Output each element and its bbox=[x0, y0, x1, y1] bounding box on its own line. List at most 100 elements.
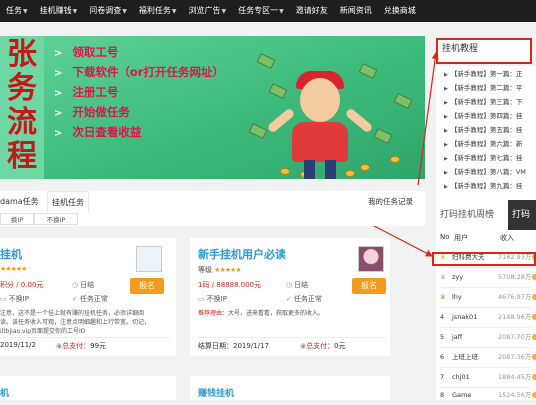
chevron-down-icon: ▼ bbox=[279, 8, 284, 15]
tab-dama-task[interactable]: dama任务 bbox=[0, 191, 39, 213]
banner-step: > 领取工号 bbox=[54, 45, 119, 59]
coin-icon bbox=[532, 392, 536, 398]
column-header-no: No bbox=[440, 233, 450, 241]
ranking-row[interactable]: ♛ lhy 4676.97万 bbox=[436, 288, 536, 307]
triangle-right-icon: ▶ bbox=[444, 114, 448, 120]
tutorial-item[interactable]: ▶ 【新手教程】第四篇：挂 bbox=[444, 110, 522, 122]
task-level: 等级 ★★★★★ bbox=[198, 266, 242, 274]
task-total-paid: ◉总支付：99元 bbox=[56, 342, 107, 350]
cartoon-man-head bbox=[300, 78, 340, 122]
cartoon-man-arm bbox=[266, 107, 296, 134]
tutorial-item[interactable]: ▶ 【新手教程】第二篇：平 bbox=[444, 82, 522, 94]
clock-icon: ◷ bbox=[72, 281, 79, 289]
cartoon-man-arm bbox=[344, 107, 374, 134]
tutorial-list: ▶ 【新手教程】第一篇：正 ▶ 【新手教程】第二篇：平 ▶ 【新手教程】第三篇：下 ▶… bbox=[436, 66, 536, 206]
my-task-record-link[interactable]: 我的任务记录 bbox=[368, 191, 413, 213]
nav-item-tasks[interactable]: 任务▼ bbox=[0, 0, 34, 22]
coin-icon bbox=[390, 156, 400, 163]
coin-icon bbox=[532, 274, 536, 280]
tab-weekly-ranking[interactable]: 打码挂机周榜 bbox=[440, 200, 494, 230]
triangle-right-icon: ▶ bbox=[444, 72, 448, 78]
coin-icon bbox=[280, 168, 290, 175]
ranking-row[interactable]: 8 Game 1524.56万 bbox=[436, 386, 536, 405]
tutorial-item[interactable]: ▶ 【新手教程】第六篇：新 bbox=[444, 138, 522, 150]
tutorial-item[interactable]: ▶ 【新手教程】第九篇：挂 bbox=[444, 180, 522, 192]
task-settle-date: 2019/11/2 bbox=[0, 341, 36, 349]
nav-item-ads[interactable]: 浏览广告▼ bbox=[183, 0, 233, 22]
ranking-row[interactable]: 7 chj01 1884.45万 bbox=[436, 368, 536, 387]
task-title[interactable]: 赚钱挂机 bbox=[198, 386, 234, 399]
coin-icon bbox=[360, 164, 370, 171]
sidebar-title: 挂机教程 bbox=[442, 44, 479, 54]
check-icon: ✓ bbox=[72, 295, 78, 303]
nav-item-invite[interactable]: 邀请好友 bbox=[290, 0, 334, 22]
monitor-icon: ▭ bbox=[198, 295, 205, 303]
ip-filter: 换IP 不换IP bbox=[0, 213, 425, 226]
task-settle-freq: ◷ 日结 bbox=[286, 281, 309, 289]
coin-icon bbox=[532, 294, 536, 300]
task-status: ✓ 任务正常 bbox=[72, 295, 108, 303]
task-title[interactable]: 挂机 bbox=[0, 246, 22, 262]
card-divider bbox=[0, 337, 170, 338]
nav-item-earn[interactable]: 挂机赚钱▼ bbox=[34, 0, 84, 22]
tutorial-item[interactable]: ▶ 【新手教程】第一篇：正 bbox=[444, 68, 522, 80]
chevron-down-icon: ▼ bbox=[171, 8, 177, 15]
promo-banner[interactable]: 张 务 流 程 > 领取工号 > 下载软件（or打开任务网址） > 注册工号 > 开始做… bbox=[0, 36, 425, 179]
cartoon-man-leg bbox=[325, 160, 336, 179]
task-ip: ▭ 不换IP bbox=[0, 295, 29, 303]
ranking-row[interactable]: 4 jsnak01 2148.96万 bbox=[436, 308, 536, 327]
task-reward: 积分 / 0.00元 bbox=[0, 281, 44, 289]
triangle-right-icon: ▶ bbox=[444, 142, 448, 148]
enroll-button[interactable]: 报名 bbox=[130, 278, 164, 294]
ranking-row[interactable]: 5 jaff 2087.70万 bbox=[436, 328, 536, 347]
nav-item-zone[interactable]: 任务专区一▼ bbox=[232, 0, 290, 22]
task-avatar bbox=[358, 246, 384, 272]
task-desc: 注意，这不是一个挂上就有赚的挂机任务，必须详细阅 bbox=[0, 310, 145, 317]
enroll-button[interactable]: 报名 bbox=[352, 278, 386, 294]
ranking-row[interactable]: ♛ zyy 5708.28万 bbox=[436, 268, 536, 287]
filter-no-change-ip[interactable]: 不换IP bbox=[34, 213, 78, 225]
task-settle-date: 结算日期：2019/1/17 bbox=[198, 342, 269, 350]
highlight-box bbox=[432, 252, 536, 266]
coin-icon bbox=[532, 334, 536, 340]
trophy-silver-icon: ♛ bbox=[440, 273, 446, 281]
banner-calligraphy: 张 bbox=[7, 37, 37, 72]
tutorial-item[interactable]: ▶ 【新手教程】第五篇：挂 bbox=[444, 124, 522, 136]
task-ip: ▭ 不换IP bbox=[198, 295, 227, 303]
monitor-icon: ▭ bbox=[0, 295, 7, 303]
task-title[interactable]: 新手挂机用户必读 bbox=[198, 246, 286, 262]
triangle-right-icon: ▶ bbox=[444, 170, 448, 176]
task-card[interactable]: 机 bbox=[0, 376, 176, 400]
task-card[interactable]: 挂机 ★★★★★ 积分 / 0.00元 ◷ 日结 报名 ▭ 不换IP ✓ 任务正常 注… bbox=[0, 238, 176, 356]
nav-item-survey[interactable]: 问卷调查▼ bbox=[83, 0, 133, 22]
ranking-row[interactable]: 6 上班上班 2087.36万 bbox=[436, 348, 536, 367]
top-nav: 任务▼ 挂机赚钱▼ 问卷调查▼ 福利任务▼ 浏览广告▼ 任务专区一▼ 邀请好友 … bbox=[0, 0, 536, 22]
column-header-user: 用户 bbox=[454, 234, 468, 242]
tutorial-item[interactable]: ▶ 【新手教程】第三篇：下 bbox=[444, 96, 522, 108]
triangle-right-icon: ▶ bbox=[444, 100, 448, 106]
tab-active-ranking[interactable]: 打码 bbox=[508, 200, 536, 230]
filter-change-ip[interactable]: 换IP bbox=[0, 213, 34, 225]
banner-calligraphy: 流 bbox=[7, 105, 37, 140]
nav-item-shop[interactable]: 兑换商城 bbox=[378, 0, 422, 22]
cartoon-man-leg bbox=[304, 160, 315, 179]
task-desc: 推荐理由：大号，进来看看，获取更多的收入。 bbox=[198, 310, 325, 317]
task-desc: iltbjiao.vip页面提交你的工号ID bbox=[0, 328, 86, 335]
column-header-income: 收入 bbox=[500, 234, 514, 242]
tab-hangup-task[interactable]: 挂机任务 bbox=[47, 191, 89, 213]
clock-icon: ◷ bbox=[286, 281, 293, 289]
task-settle-freq: ◷ 日结 bbox=[72, 281, 95, 289]
tutorial-item[interactable]: ▶ 【新手教程】第七篇：挂 bbox=[444, 152, 522, 164]
task-status: ✓ 任务正常 bbox=[286, 295, 322, 303]
coin-icon bbox=[345, 170, 355, 177]
banner-step: > 下载软件（or打开任务网址） bbox=[54, 65, 224, 79]
banner-step: > 开始做任务 bbox=[54, 105, 130, 119]
task-card[interactable]: 新手挂机用户必读 等级 ★★★★★ 1码 / 88888.000元 ◷ 日结 报名… bbox=[190, 238, 390, 356]
nav-item-news[interactable]: 新闻资讯 bbox=[334, 0, 378, 22]
nav-item-welfare[interactable]: 福利任务▼ bbox=[133, 0, 183, 22]
chevron-down-icon: ▼ bbox=[72, 8, 78, 15]
triangle-right-icon: ▶ bbox=[444, 184, 448, 190]
task-card[interactable]: 赚钱挂机 bbox=[190, 376, 390, 400]
task-title[interactable]: 机 bbox=[0, 386, 9, 399]
tutorial-item[interactable]: ▶ 【新手教程】第八篇：VM bbox=[444, 166, 526, 178]
